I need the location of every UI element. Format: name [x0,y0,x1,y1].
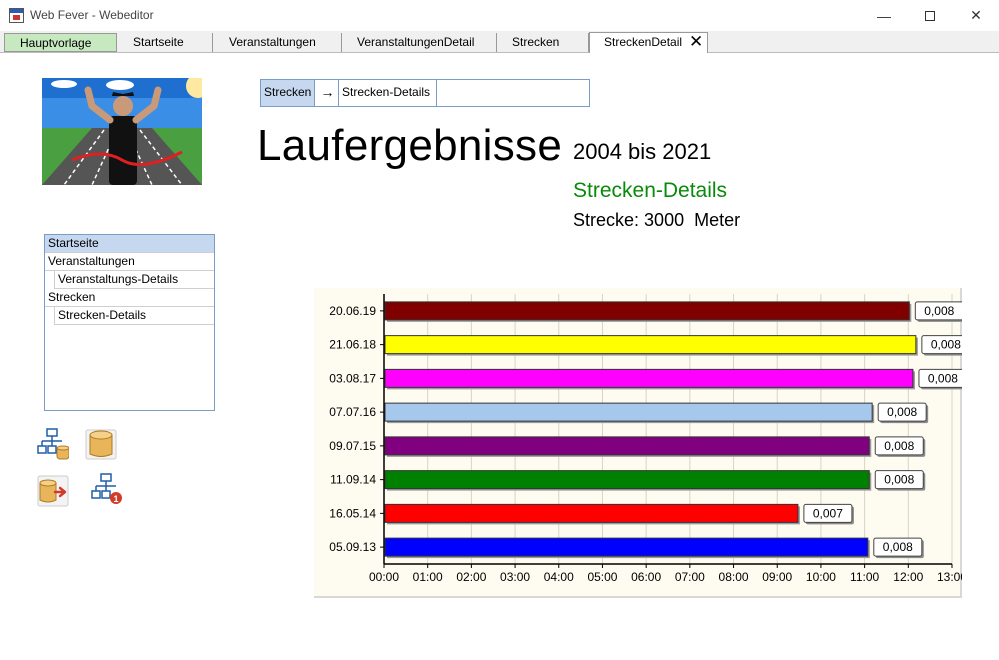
bar [384,335,917,355]
y-tick-label: 03.08.17 [329,371,376,385]
tab-hauptvorlage[interactable]: Hauptvorlage [4,33,117,52]
chart-canvas: 00:00 01:00 02:00 03:00 04:00 05:00 06:00 07:00… [329,294,962,584]
x-tick-label: 04:00 [544,570,574,584]
bar [384,402,873,422]
minimize-button[interactable]: — [861,0,907,31]
bar [384,470,870,490]
maximize-icon [925,10,935,21]
bar [384,436,870,456]
data-label: 0,008 [883,540,913,554]
bar [384,301,910,321]
nav-item-strecken[interactable]: Strecken [45,289,214,307]
close-window-button[interactable]: ✕ [953,0,999,31]
breadcrumb-strecken-details[interactable]: Strecken-Details [339,80,437,106]
x-tick-label: 10:00 [806,570,836,584]
x-tick-label: 08:00 [719,570,749,584]
strecke-unit: Meter [694,210,741,230]
breadcrumb-strecken-link[interactable]: Strecken [261,80,315,106]
tab-close-icon[interactable]: ✕ [689,33,703,50]
data-label: 0,008 [931,338,961,352]
app-icon [9,8,24,23]
page-title: Laufergebnisse [257,121,563,170]
x-tick-label: 06:00 [631,570,661,584]
year-range: 2004 bis 2021 [573,139,712,164]
y-tick-label: 09.07.15 [329,439,376,453]
navigation-tree: Startseite Veranstaltungen Veranstaltung… [44,234,215,411]
data-label: 0,008 [887,405,917,419]
svg-text:1: 1 [113,494,118,504]
title-bar: Web Fever - Webeditor — ✕ [0,0,999,31]
x-tick-label: 02:00 [456,570,486,584]
x-tick-label: 09:00 [762,570,792,584]
x-tick-label: 13:00 [937,570,962,584]
runner-hero-image [42,78,202,185]
breadcrumb-arrow-icon: → [317,80,339,106]
database-icon[interactable] [85,428,117,460]
data-label: 0,007 [813,506,843,520]
nav-item-strecken-details[interactable]: Strecken-Details [54,307,214,325]
x-tick-label: 00:00 [369,570,399,584]
tab-bar: Hauptvorlage Startseite Veranstaltungen … [0,31,999,53]
y-tick-label: 07.07.16 [329,405,376,419]
x-tick-label: 05:00 [587,570,617,584]
results-bar-chart: 00:00 01:00 02:00 03:00 04:00 05:00 06:00 07:00… [314,288,962,598]
x-tick-label: 03:00 [500,570,530,584]
y-tick-label: 05.09.13 [329,540,376,554]
bar [384,503,799,523]
nav-item-startseite[interactable]: Startseite [45,235,214,253]
y-tick-label: 16.05.14 [329,506,376,520]
minimize-icon: — [877,7,891,24]
page-subtitle: Strecken-Details [573,179,728,202]
breadcrumb: Strecken → Strecken-Details [260,79,590,107]
data-label: 0,008 [884,439,914,453]
y-tick-label: 11.09.14 [330,473,376,487]
maximize-button[interactable] [907,0,953,31]
tab-veranstaltungen-detail[interactable]: VeranstaltungenDetail [342,33,497,52]
data-label: 0,008 [924,304,954,318]
strecke-label: Strecke: [573,210,640,230]
tab-strecken[interactable]: Strecken [497,33,589,52]
x-tick-label: 11:00 [850,570,879,584]
strecke-value: 3000 [644,210,685,230]
sitemap-alert-icon[interactable]: 1 [91,473,123,505]
tab-startseite[interactable]: Startseite [117,33,213,52]
bar [384,537,869,557]
window-title: Web Fever - Webeditor [30,8,154,22]
x-tick-label: 07:00 [675,570,705,584]
nav-item-veranstaltungen[interactable]: Veranstaltungen [45,253,214,271]
data-label: 0,008 [928,371,958,385]
x-tick-label: 01:00 [413,570,443,584]
close-icon: ✕ [970,7,982,23]
tab-veranstaltungen[interactable]: Veranstaltungen [213,33,342,52]
nav-item-veranstaltungs-details[interactable]: Veranstaltungs-Details [54,271,214,289]
bar [384,368,914,388]
strecke-info: Strecke: 3000 Meter [573,209,740,231]
sitemap-database-icon[interactable] [37,428,69,460]
data-label: 0,008 [884,473,914,487]
database-export-icon[interactable] [37,475,69,507]
y-tick-label: 21.06.18 [329,338,376,352]
x-tick-label: 12:00 [893,570,923,584]
y-tick-label: 20.06.19 [329,304,376,318]
